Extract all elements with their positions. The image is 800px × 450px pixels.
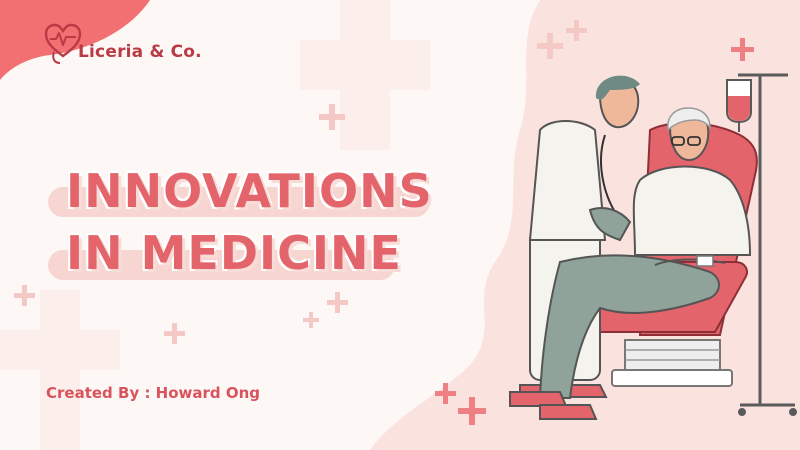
heart-stethoscope-icon bbox=[44, 23, 82, 64]
faint-cross-bottom bbox=[0, 290, 120, 450]
brand-name: Liceria & Co. bbox=[78, 42, 202, 62]
slide-title: INNOVATIONS IN MEDICINE bbox=[66, 160, 433, 284]
brand-logo: Liceria & Co. bbox=[44, 22, 202, 66]
plus-sign bbox=[164, 323, 185, 344]
medical-illustration bbox=[509, 73, 797, 420]
blood-bag bbox=[726, 79, 752, 132]
title-slide: Liceria & Co. INNOVATIONS IN MEDICINE Cr… bbox=[0, 0, 800, 450]
author-credit: Created By : Howard Ong bbox=[46, 384, 261, 402]
plus-sign bbox=[327, 292, 348, 313]
title-line-2: IN MEDICINE bbox=[66, 226, 402, 280]
title-line-1: INNOVATIONS bbox=[66, 164, 433, 218]
faint-cross-large bbox=[300, 0, 430, 150]
plus-sign bbox=[303, 312, 319, 328]
plus-sign bbox=[14, 285, 35, 306]
